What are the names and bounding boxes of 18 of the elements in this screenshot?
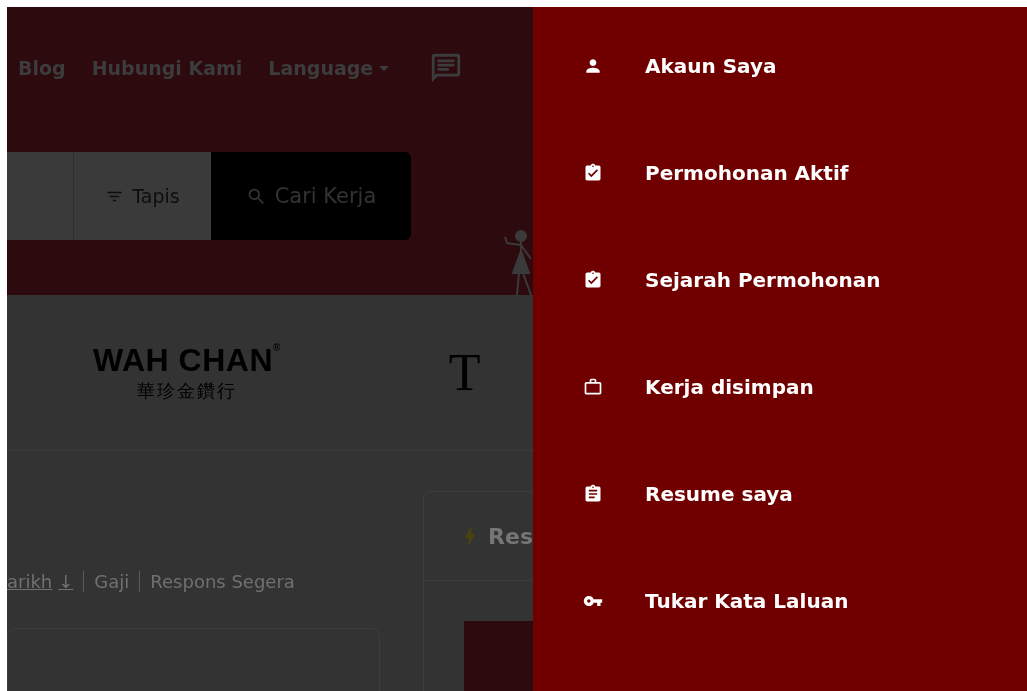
clipboard-icon: [583, 483, 603, 504]
briefcase-icon: [583, 376, 603, 397]
caret-icon: [379, 65, 390, 71]
card-title: Res: [488, 523, 533, 549]
menu-item[interactable]: Tukar Kata Laluan: [533, 584, 849, 617]
sort-option[interactable]: arikh ↓: [7, 570, 84, 592]
sort-option[interactable]: Respons Segera: [139, 570, 305, 592]
menu-item[interactable]: Sejarah Permohonan: [533, 263, 881, 297]
menu-item[interactable]: Resume saya: [533, 477, 793, 511]
sort-option[interactable]: Gaji: [83, 570, 140, 592]
clipboard-check-icon: [583, 163, 603, 184]
menu-item[interactable]: Kerja disimpan: [533, 370, 814, 404]
menu-item[interactable]: Akaun Saya: [533, 50, 777, 83]
search-field[interactable]: [7, 152, 74, 240]
job-card[interactable]: [7, 628, 381, 691]
logo-placeholder: [464, 621, 533, 691]
clipboard-check-icon: [583, 270, 603, 291]
menu-item[interactable]: Permohonan Aktif: [533, 156, 849, 190]
